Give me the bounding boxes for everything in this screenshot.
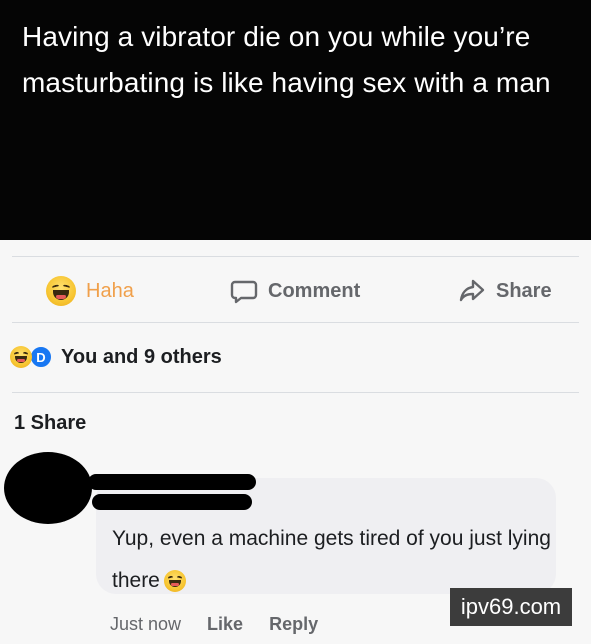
comment-reply-button[interactable]: Reply <box>269 614 318 635</box>
laughing-emoji-icon <box>46 276 76 306</box>
reactions-text: You and 9 others <box>61 345 222 368</box>
comment-button[interactable]: Comment <box>230 262 360 320</box>
comment-label: Comment <box>268 279 361 302</box>
shares-count[interactable]: 1 Share <box>14 412 86 435</box>
divider <box>12 392 579 393</box>
speech-bubble-icon <box>230 280 258 304</box>
post-action-bar: Haha Comment Share <box>0 262 591 320</box>
share-arrow-icon <box>459 279 485 302</box>
comment-like-button[interactable]: Like <box>207 614 243 635</box>
share-button[interactable]: Share <box>458 262 552 320</box>
comment-timestamp: Just now <box>110 613 182 634</box>
haha-label: Haha <box>86 279 134 302</box>
redacted-commenter-name <box>92 494 252 510</box>
commenter-avatar[interactable] <box>4 452 92 524</box>
laughing-emoji-icon <box>10 346 32 368</box>
post-text-banner: Having a vibrator die on you while you’r… <box>0 0 591 240</box>
comment-meta: Just now Like Reply <box>110 610 318 638</box>
divider <box>12 256 579 257</box>
reactor-avatar: D <box>29 345 53 369</box>
haha-reaction-button[interactable]: Haha <box>46 262 134 320</box>
share-label: Share <box>496 279 552 302</box>
divider <box>12 322 579 323</box>
watermark: ipv69.com <box>450 588 572 626</box>
reaction-icons: D <box>10 345 53 369</box>
reaction-summary[interactable]: D You and 9 others <box>10 340 222 374</box>
laughing-emoji-icon <box>163 570 186 593</box>
post-text: Having a vibrator die on you while you’r… <box>22 21 551 98</box>
redacted-commenter-name <box>88 474 256 490</box>
